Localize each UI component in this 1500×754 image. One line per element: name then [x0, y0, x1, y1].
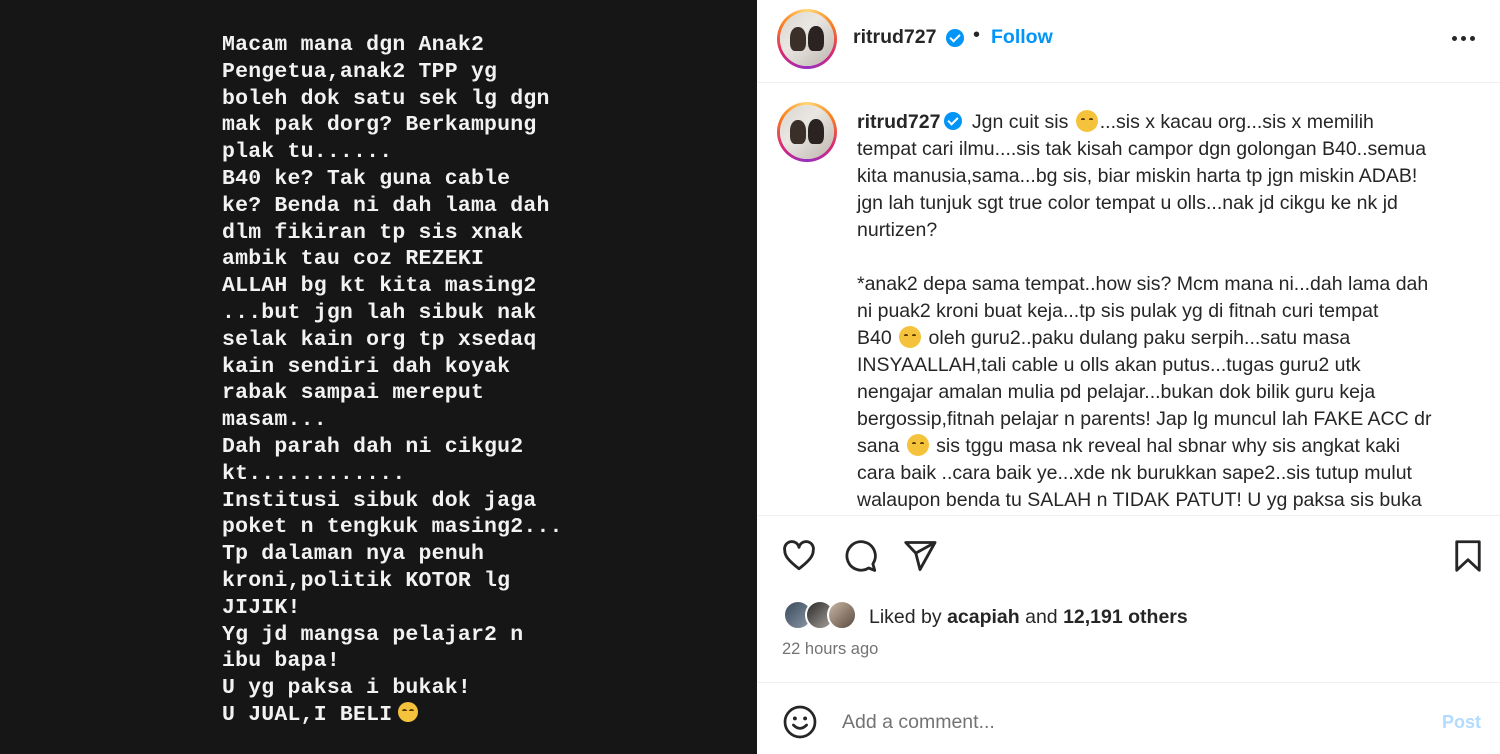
- story-text-line: U JUAL,I BELI: [222, 702, 393, 727]
- verified-badge-icon: [946, 29, 964, 47]
- story-text-line: JIJIK!: [222, 595, 301, 620]
- story-text-line: ke? Benda ni dah lama dah: [222, 193, 550, 218]
- likes-prefix: Liked by: [869, 606, 942, 628]
- caption-username-link[interactable]: ritrud727: [857, 111, 940, 133]
- story-text-line: Tp dalaman nya penuh: [222, 542, 485, 567]
- story-text-line: U yg paksa i bukak!: [222, 676, 471, 701]
- story-text-line: kain sendiri dah koyak: [222, 354, 511, 379]
- story-text-line: ALLAH bg kt kita masing2: [222, 274, 537, 299]
- post-media[interactable]: Macam mana dgn Anak2 Pengetua,anak2 TPP y…: [0, 0, 757, 754]
- caption-first-line: ritrud727 Jgn cuit sis ...sis x kacau or…: [857, 109, 1477, 136]
- story-text-line-wrap: U JUAL,I BELI: [222, 701, 642, 729]
- post-detail-panel: ritrud727 • Follow ritrud727 Jgn cuit si…: [758, 0, 1500, 754]
- share-icon[interactable]: [902, 538, 938, 574]
- story-text-line: masam...: [222, 408, 327, 433]
- caption-line: tempat cari ilmu....sis tak kisah campor…: [857, 138, 1427, 160]
- story-text-line: Institusi sibuk dok jaga: [222, 488, 537, 513]
- post-header: ritrud727 • Follow: [758, 0, 1500, 83]
- story-text-line: rabak sampai mereput: [222, 381, 485, 406]
- liker-username-link[interactable]: acapiah: [947, 606, 1020, 628]
- story-text-line: Macam mana dgn Anak2: [222, 33, 485, 57]
- verified-badge-icon: [944, 112, 963, 130]
- caption-fragment: B40: [857, 327, 892, 349]
- caption-line: walaupon benda tu SALAH n TIDAK PATUT! U…: [857, 489, 1422, 511]
- caption-line: cara baik ..cara baik ye...xde nk burukk…: [857, 462, 1412, 484]
- likes-count-link[interactable]: 12,191 others: [1063, 606, 1188, 628]
- separator-dot: •: [973, 24, 981, 46]
- caption-line: kita manusia,sama...bg sis, biar miskin …: [857, 165, 1418, 187]
- relieved-face-emoji-icon: [899, 326, 922, 348]
- avatar[interactable]: [777, 9, 837, 69]
- caption-line: bergossip,fitnah pelajar n parents! Jap …: [857, 408, 1432, 430]
- story-text-line: ibu bapa!: [222, 649, 340, 674]
- story-text: Macam mana dgn Anak2 Pengetua,anak2 TPP y…: [222, 32, 642, 729]
- story-text-line: poket n tengkuk masing2...: [222, 515, 563, 540]
- relieved-face-emoji-icon: [906, 434, 929, 456]
- post-actions: [758, 517, 1500, 597]
- follow-button[interactable]: Follow: [991, 26, 1053, 49]
- caption-line: B40 oleh guru2..paku dulang paku serpih.…: [857, 325, 1477, 352]
- caption-line: ni puak2 kroni buat keja...tp sis pulak …: [857, 300, 1379, 322]
- story-text-line: Pengetua,anak2 TPP yg: [222, 59, 498, 84]
- comment-icon[interactable]: [842, 538, 878, 574]
- story-text-line: ambik tau coz REZEKI: [222, 247, 485, 272]
- more-options-icon[interactable]: [1452, 36, 1476, 42]
- story-text-line: B40 ke? Tak guna cable: [222, 166, 511, 191]
- caption-fragment: sis tggu masa nk reveal hal sbnar why si…: [936, 435, 1401, 457]
- caption-fragment: sana: [857, 435, 900, 457]
- comment-bar: Post: [758, 682, 1500, 754]
- relieved-face-emoji-icon: [1075, 110, 1098, 132]
- story-text-line: selak kain org tp xsedaq: [222, 327, 537, 352]
- story-text-line: dlm fikiran tp sis xnak: [222, 220, 524, 245]
- caption-line: nengajar amalan mulia pd pelajar...bukan…: [857, 381, 1376, 403]
- caption-line: sana sis tggu masa nk reveal hal sbnar w…: [857, 433, 1477, 460]
- likes-text[interactable]: Liked by acapiah and 12,191 others: [869, 606, 1188, 629]
- bookmark-icon[interactable]: [1450, 538, 1486, 574]
- likes-summary: Liked by acapiah and 12,191 others: [783, 600, 1483, 634]
- caption-area[interactable]: ritrud727 Jgn cuit sis ...sis x kacau or…: [758, 84, 1500, 516]
- caption-text: ritrud727 Jgn cuit sis ...sis x kacau or…: [857, 109, 1477, 514]
- comment-input[interactable]: [842, 705, 1402, 739]
- story-text-line: ...but jgn lah sibuk nak: [222, 300, 537, 325]
- relieved-face-emoji-icon: [398, 701, 419, 722]
- caption-line: jgn lah tunjuk sgt true color tempat u o…: [857, 192, 1398, 214]
- username-link[interactable]: ritrud727: [853, 26, 936, 49]
- story-text-line: mak pak dorg? Berkampung: [222, 113, 537, 138]
- post-comment-button[interactable]: Post: [1442, 712, 1481, 733]
- post-timestamp[interactable]: 22 hours ago: [782, 640, 878, 659]
- emoji-picker-icon[interactable]: [782, 704, 818, 740]
- story-text-line: kroni,politik KOTOR lg: [222, 568, 511, 593]
- likes-and: and: [1025, 606, 1058, 628]
- caption-line: *anak2 depa sama tempat..how sis? Mcm ma…: [857, 273, 1429, 295]
- liker-avatar[interactable]: [827, 600, 857, 630]
- story-text-line: Yg jd mangsa pelajar2 n: [222, 622, 524, 647]
- story-text-line: Dah parah dah ni cikgu2: [222, 434, 524, 459]
- caption-fragment: Jgn cuit sis: [971, 111, 1069, 133]
- heart-icon[interactable]: [781, 538, 817, 574]
- story-text-line: plak tu......: [222, 140, 393, 165]
- caption-fragment: oleh guru2..paku dulang paku serpih...sa…: [928, 327, 1351, 349]
- story-text-line: boleh dok satu sek lg dgn: [222, 86, 550, 111]
- caption-avatar[interactable]: [777, 102, 837, 162]
- caption-line: INSYAALLAH,tali cable u olls akan putus.…: [857, 354, 1361, 376]
- caption-line: nurtizen?: [857, 219, 938, 241]
- caption-fragment: ...sis x kacau org...sis x memilih: [1099, 111, 1374, 133]
- story-text-line: kt............: [222, 461, 406, 486]
